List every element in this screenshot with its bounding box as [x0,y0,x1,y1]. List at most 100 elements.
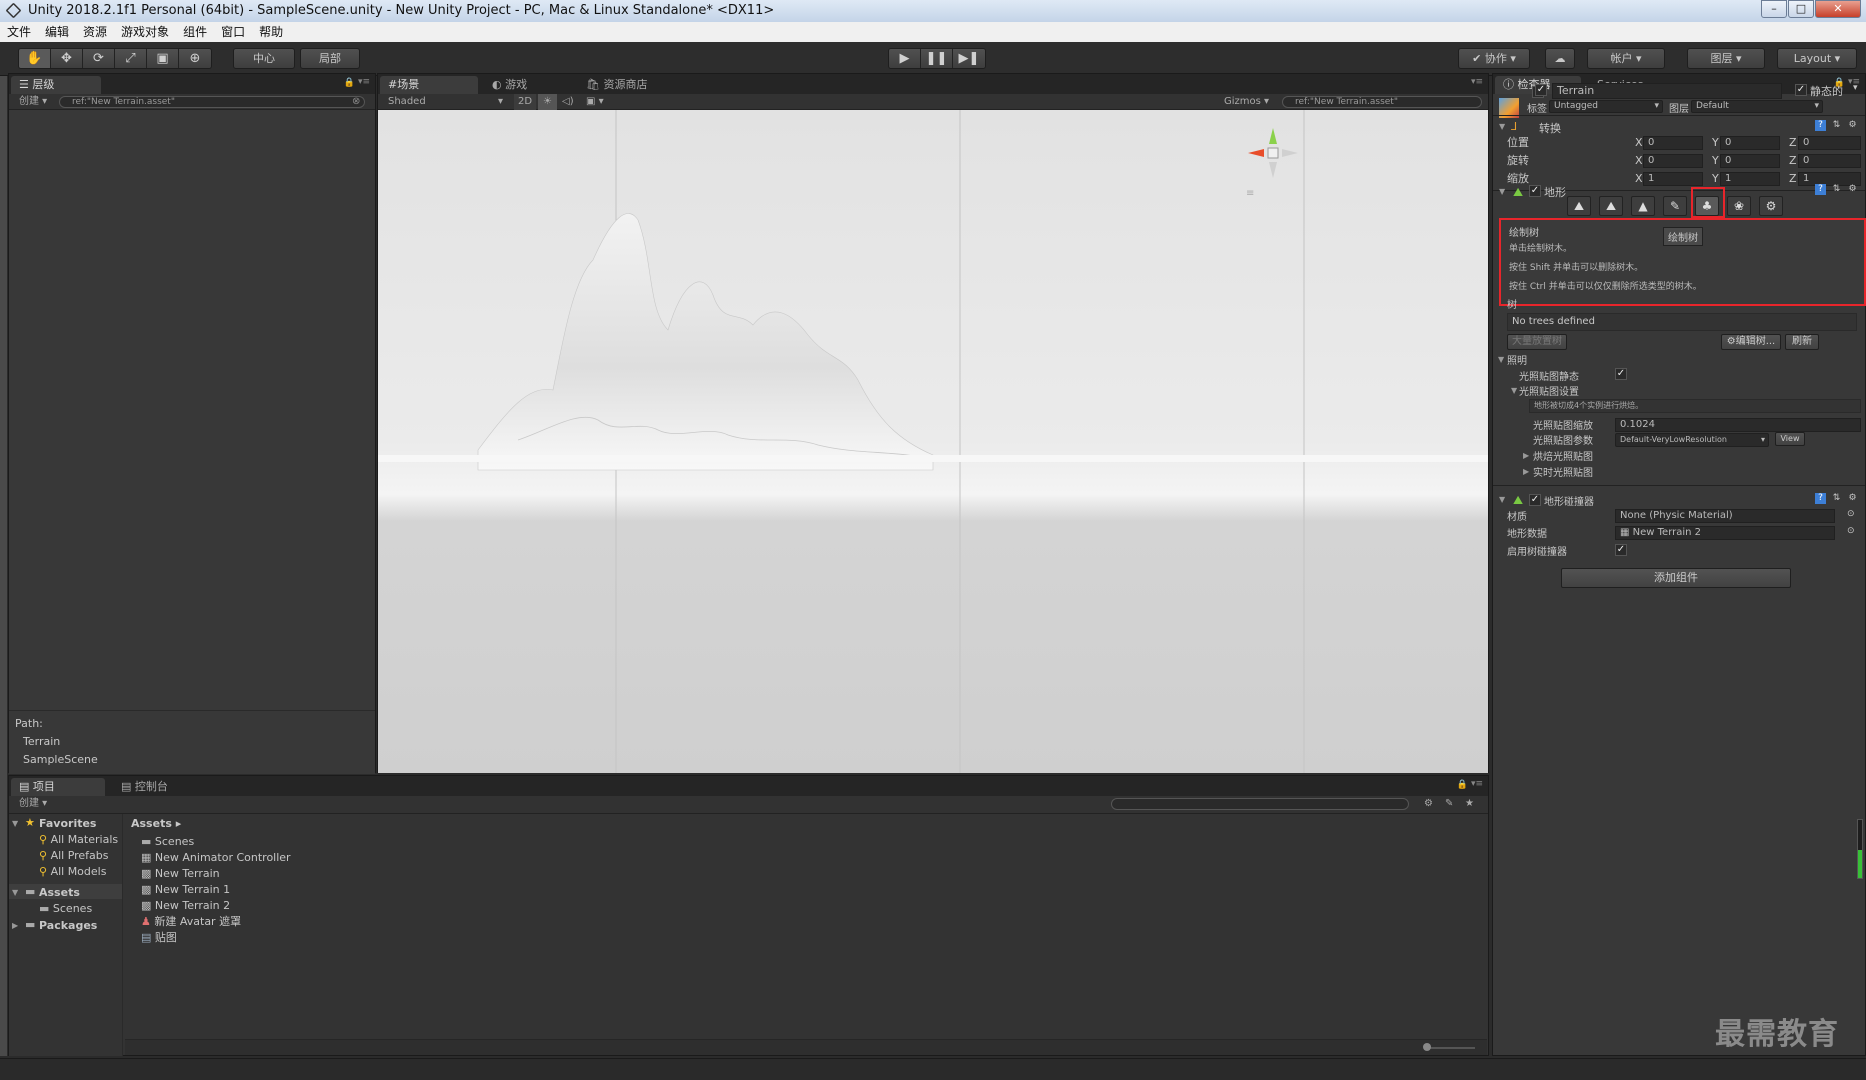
static-dropdown-arrow[interactable]: ▾ [1853,83,1858,93]
hierarchy-search[interactable]: ref:"New Terrain.asset" [59,96,365,108]
object-name-field[interactable]: Terrain [1552,83,1782,99]
create-dropdown[interactable]: 创建 ▾ [19,94,47,110]
settings-gear-icon[interactable]: ⚙ [1847,493,1858,504]
panel-menu-icon[interactable]: ▾≡ [358,77,370,87]
tag-dropdown[interactable]: Untagged ▾ [1549,100,1663,113]
refresh-button[interactable]: 刷新 [1785,334,1819,350]
zoom-slider[interactable] [1425,1047,1475,1049]
enable-tree-colliders-checkbox[interactable]: ✓ [1615,544,1627,556]
project-search[interactable] [1111,798,1409,810]
transform-tool-icon[interactable]: ⊕ [179,49,211,68]
layer-dropdown[interactable]: Default ▾ [1691,100,1823,113]
mass-place-trees-button[interactable]: 大量放置树 [1507,334,1567,350]
scene-search[interactable]: ref:"New Terrain.asset" [1282,96,1482,108]
tree-folder-scenes[interactable]: ▬ Scenes [39,902,92,916]
add-component-button[interactable]: 添加组件 [1561,568,1791,588]
lightmap-static-checkbox[interactable]: ✓ [1615,368,1627,380]
filter-type-icon[interactable]: ⚙ [1424,796,1433,812]
lightmap-params-dropdown[interactable]: Default-VeryLowResolution ▾ [1615,433,1769,447]
preset-icon[interactable]: ⇅ [1831,493,1842,504]
help-icon[interactable]: ? [1815,120,1826,131]
create-dropdown[interactable]: 创建 ▾ [19,796,47,812]
active-checkbox[interactable]: ✓ [1535,84,1547,96]
clear-search-icon[interactable]: ⊗ [352,94,360,110]
menu-component[interactable]: 组件 [176,22,214,42]
lighting-toggle-icon[interactable]: ☀ [538,94,557,110]
raise-lower-terrain-icon[interactable]: ⛰ [1567,196,1591,216]
layout-dropdown[interactable]: Layout ▾ [1777,48,1857,69]
favorite-item[interactable]: ⚲ All Models [39,865,106,879]
paint-details-icon[interactable]: ❀ [1727,196,1751,216]
rotation-z-field[interactable]: 0 [1798,154,1861,168]
rotation-x-field[interactable]: 0 [1643,154,1703,168]
collider-foldout-icon[interactable]: ▼ [1499,495,1505,504]
list-item[interactable]: ▩ New Terrain 2 [141,899,230,913]
panel-menu-icon[interactable]: ▾≡ [1471,779,1483,789]
lightmap-scale-field[interactable]: 0.1024 [1615,418,1861,432]
scene-gizmo[interactable] [1238,118,1308,188]
packages-label[interactable]: Packages [39,919,97,932]
menu-window[interactable]: 窗口 [214,22,252,42]
tab-project[interactable]: ▤ 项目 [11,778,105,796]
menu-file[interactable]: 文件 [0,22,38,42]
list-item[interactable]: ▦ New Animator Controller [141,851,291,865]
tab-console[interactable]: ▤ 控制台 [113,778,193,796]
rotate-tool-icon[interactable]: ⟳ [83,49,115,68]
rotation-y-field[interactable]: 0 [1720,154,1780,168]
transform-foldout-icon[interactable]: ▼ [1499,122,1505,131]
tab-scene[interactable]: #场景 [380,76,478,94]
position-y-field[interactable]: 0 [1720,136,1780,150]
preset-icon[interactable]: ⇅ [1831,184,1842,195]
zoom-slider-handle[interactable] [1423,1043,1431,1051]
scale-x-field[interactable]: 1 [1643,172,1703,186]
list-item[interactable]: ▤ 贴图 [141,931,177,945]
list-item[interactable]: ♟ 新建 Avatar 遮罩 [141,915,241,929]
panel-menu-icon[interactable]: ▾≡ [1471,77,1483,87]
paint-height-icon[interactable]: ⛰ [1599,196,1623,216]
scene-viewport[interactable]: ≡ [378,110,1488,773]
help-icon[interactable]: ? [1815,184,1826,195]
object-picker-icon[interactable]: ⊙ [1847,509,1855,519]
play-icon[interactable]: ▶ [889,49,921,68]
lock-icon[interactable]: 🔒 [1457,780,1468,790]
pause-icon[interactable]: ❚❚ [921,49,953,68]
favorite-item[interactable]: ⚲ All Prefabs [39,849,109,863]
terrain-settings-icon[interactable]: ⚙ [1759,196,1783,216]
scrollbar[interactable] [1857,819,1863,879]
layers-dropdown[interactable]: 图层 ▾ [1687,48,1765,69]
terrain-data-field[interactable]: ▦ New Terrain 2 [1615,526,1835,540]
static-checkbox[interactable]: ✓ [1795,84,1807,96]
gizmo-menu-icon[interactable]: ≡ [1246,188,1254,199]
close-button[interactable]: ✕ [1815,0,1861,18]
list-item[interactable]: ▩ New Terrain 1 [141,883,230,897]
lighting-foldout-icon[interactable]: ▼ [1498,355,1504,364]
lock-icon[interactable]: 🔒 [344,78,355,88]
gizmos-dropdown[interactable]: Gizmos ▾ [1224,94,1269,110]
object-picker-icon[interactable]: ⊙ [1847,526,1855,536]
scale-y-field[interactable]: 1 [1720,172,1780,186]
2d-toggle[interactable]: 2D [514,94,537,110]
filter-label-icon[interactable]: ✎ [1445,796,1453,812]
packages-foldout-icon[interactable]: ▶ [12,921,18,930]
shading-dropdown[interactable]: Shaded [388,94,426,110]
menu-gameobject[interactable]: 游戏对象 [114,22,176,42]
smooth-height-icon[interactable]: ▲ [1631,196,1655,216]
settings-gear-icon[interactable]: ⚙ [1847,184,1858,195]
position-z-field[interactable]: 0 [1798,136,1861,150]
realtime-lightmap-foldout-icon[interactable]: ▶ [1523,467,1529,476]
assets-tree-label[interactable]: Assets [39,886,80,899]
assets-breadcrumb[interactable]: Assets ▸ [131,817,181,830]
assets-foldout-icon[interactable]: ▼ [12,888,18,897]
material-field[interactable]: None (Physic Material) [1615,509,1835,523]
terrain-collapse-icon[interactable]: ▼ [1499,187,1505,196]
space-button[interactable]: 局部 [300,48,360,69]
tab-asset-store[interactable]: 🛍 资源商店 [578,76,688,94]
maximize-button[interactable]: □ [1788,0,1814,18]
paint-texture-icon[interactable]: ✎ [1663,196,1687,216]
effects-toggle-icon[interactable]: ▣ ▾ [586,94,604,110]
collab-button[interactable]: ✔ 协作 ▾ [1458,48,1530,69]
favorites-foldout-icon[interactable]: ▼ [12,819,18,828]
step-icon[interactable]: ▶❚ [953,49,985,68]
help-icon[interactable]: ? [1815,493,1826,504]
minimize-button[interactable]: – [1761,0,1787,18]
